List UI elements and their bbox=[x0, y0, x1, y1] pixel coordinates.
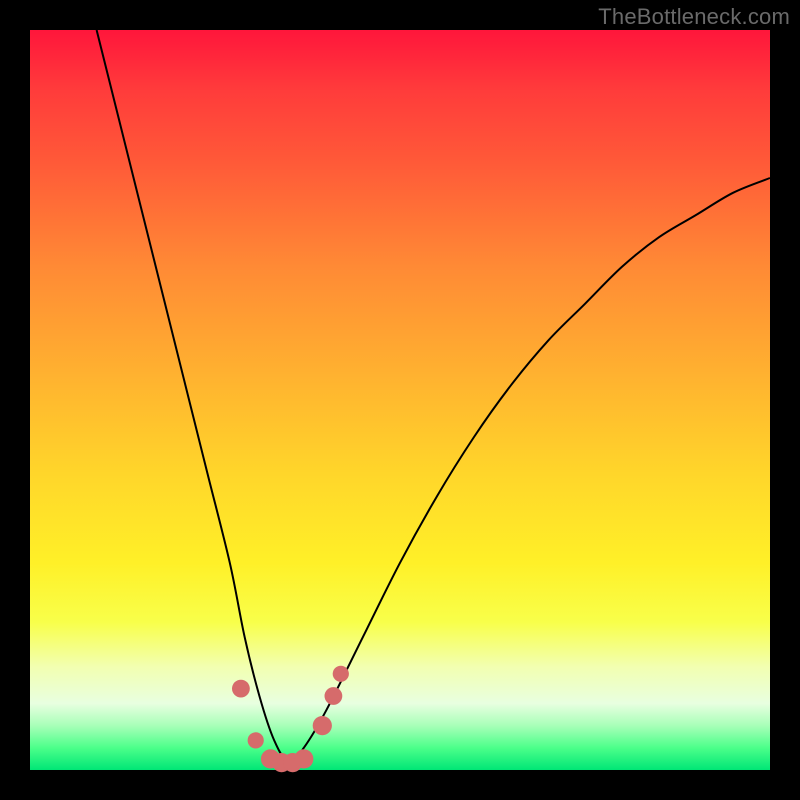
curve-marker bbox=[294, 749, 313, 768]
curve-marker bbox=[333, 666, 349, 682]
curve-marker bbox=[313, 716, 332, 735]
watermark-text: TheBottleneck.com bbox=[598, 4, 790, 30]
curve-marker bbox=[248, 732, 264, 748]
curve-marker bbox=[232, 680, 250, 698]
curve-marker bbox=[325, 687, 343, 705]
chart-svg bbox=[30, 30, 770, 770]
chart-frame: TheBottleneck.com bbox=[0, 0, 800, 800]
plot-area bbox=[30, 30, 770, 770]
bottleneck-curve bbox=[97, 30, 770, 763]
marker-group bbox=[232, 666, 349, 773]
